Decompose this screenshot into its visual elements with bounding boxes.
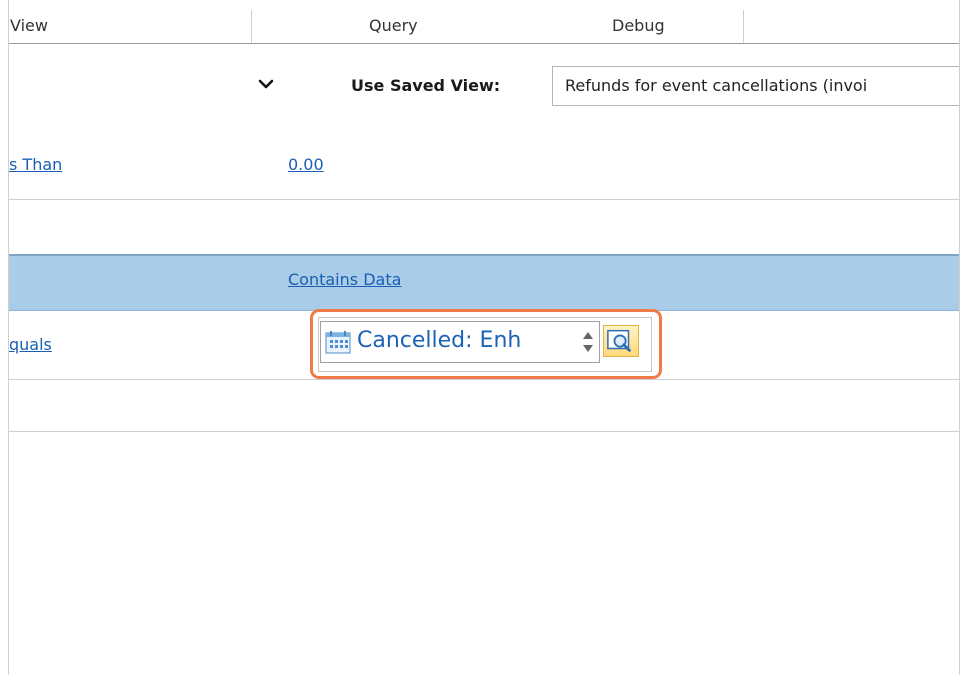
operator-link-equals[interactable]: quals [9, 335, 52, 354]
spin-arrows-icon[interactable] [580, 326, 596, 358]
tab-debug[interactable]: Debug [612, 10, 744, 43]
chevron-down-icon[interactable] [258, 76, 274, 92]
tab-strip: View Query Debug [9, 10, 959, 44]
lookup-value: Cancelled: Enh [357, 328, 522, 353]
tab-query[interactable]: Query [369, 10, 418, 43]
calendar-icon [325, 331, 351, 354]
row-divider [9, 199, 959, 200]
filter-group-header: Contains Data [9, 254, 959, 311]
tab-view[interactable]: View [9, 10, 252, 43]
value-link-zero[interactable]: 0.00 [288, 155, 324, 174]
saved-view-select[interactable]: Refunds for event cancellations (invoi [552, 66, 959, 106]
operator-link-less-than[interactable]: s Than [9, 155, 62, 174]
contains-data-link[interactable]: Contains Data [288, 270, 401, 289]
lookup-search-button[interactable] [603, 325, 639, 357]
row-divider [9, 431, 959, 432]
saved-view-label: Use Saved View: [351, 76, 501, 95]
row-divider [9, 379, 959, 380]
lookup-search-icon [607, 329, 631, 352]
lookup-input[interactable]: Cancelled: Enh [320, 321, 600, 363]
